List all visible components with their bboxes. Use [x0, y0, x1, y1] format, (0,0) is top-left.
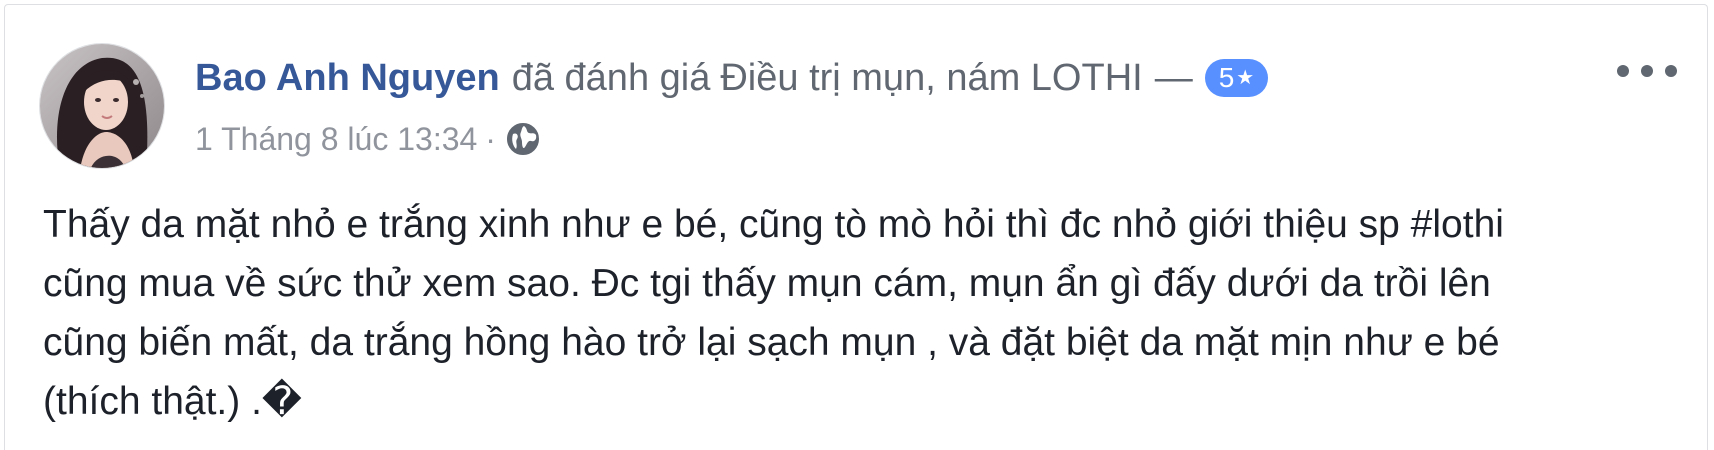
avatar[interactable]	[39, 43, 165, 169]
more-dot	[1665, 65, 1677, 77]
meta-separator: ·	[485, 121, 496, 157]
rating-badge: 5 ★	[1204, 59, 1269, 97]
more-dot	[1641, 65, 1653, 77]
star-icon: ★	[1236, 67, 1255, 89]
post-meta: 1 Tháng 8 lúc 13:34 ·	[195, 117, 542, 161]
timestamp-link[interactable]: 1 Tháng 8 lúc 13:34	[195, 117, 477, 161]
more-dot	[1617, 65, 1629, 77]
page-name-link[interactable]: Điều trị mụn, nám LOTHI	[720, 53, 1142, 103]
review-post-card: Bao Anh Nguyen đã đánh giá Điều trị mụn,…	[4, 4, 1708, 450]
more-options-icon[interactable]	[1617, 53, 1677, 89]
author-name-link[interactable]: Bao Anh Nguyen	[195, 53, 500, 103]
post-body-text: Thấy da mặt nhỏ e trắng xinh như e bé, c…	[43, 203, 1504, 423]
avatar-image	[40, 44, 164, 168]
rating-value: 5	[1218, 62, 1235, 93]
separator-dash: —	[1154, 57, 1193, 99]
review-action-text: đã đánh giá	[511, 57, 711, 99]
post-header: Bao Anh Nguyen đã đánh giá Điều trị mụn,…	[195, 53, 1269, 103]
globe-icon[interactable]	[504, 120, 542, 158]
